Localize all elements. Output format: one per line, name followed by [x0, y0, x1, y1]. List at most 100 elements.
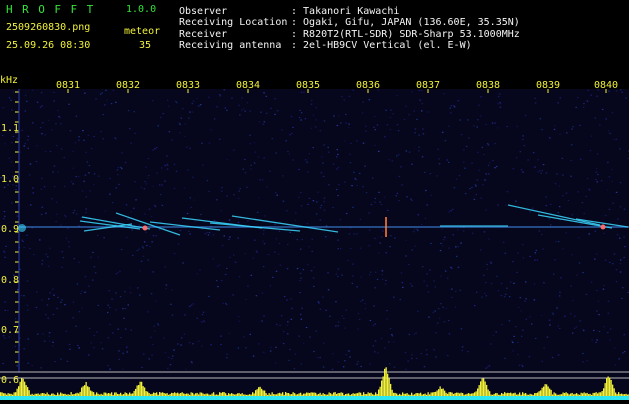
noise-speck: [229, 333, 231, 334]
noise-speck: [275, 98, 277, 99]
noise-speck: [2, 135, 4, 136]
noise-speck: [191, 361, 193, 362]
noise-speck: [119, 271, 121, 272]
noise-speck: [72, 183, 74, 184]
noise-speck: [516, 157, 518, 158]
signal-level-bar: [285, 392, 286, 396]
noise-speck: [82, 307, 84, 308]
noise-speck: [115, 292, 117, 293]
signal-level-bar: [593, 393, 594, 396]
signal-level-bar: [347, 394, 348, 396]
signal-level-bar: [404, 394, 405, 396]
noise-speck: [194, 200, 196, 201]
noise-speck: [493, 335, 495, 336]
signal-level-bar: [546, 384, 547, 396]
noise-speck: [318, 301, 320, 302]
signal-level-bar: [93, 392, 94, 396]
noise-speck: [463, 150, 465, 151]
noise-speck: [350, 154, 352, 155]
noise-speck: [117, 329, 119, 330]
signal-level-bar: [501, 393, 502, 396]
signal-level-bar: [572, 393, 573, 396]
signal-level-bar: [294, 393, 295, 396]
noise-speck: [216, 106, 218, 107]
noise-speck: [149, 209, 151, 210]
noise-speck: [57, 171, 59, 172]
noise-speck: [496, 276, 498, 277]
noise-speck: [365, 131, 367, 132]
plot-background: [0, 89, 629, 400]
signal-level-bar: [180, 393, 181, 396]
noise-speck: [374, 351, 376, 352]
noise-speck: [263, 92, 265, 93]
signal-level-bar: [398, 395, 399, 396]
noise-speck: [393, 341, 395, 342]
noise-speck: [373, 127, 375, 128]
noise-speck: [408, 264, 410, 265]
noise-speck: [64, 157, 66, 158]
signal-level-bar: [615, 393, 616, 397]
noise-speck: [475, 186, 477, 187]
noise-speck: [543, 164, 545, 165]
signal-level-bar: [434, 392, 435, 396]
signal-level-bar: [437, 391, 438, 397]
noise-speck: [505, 253, 507, 254]
noise-speck: [195, 221, 197, 222]
noise-speck: [4, 301, 6, 302]
noise-speck: [506, 288, 508, 289]
noise-speck: [286, 300, 288, 301]
noise-speck: [345, 354, 347, 355]
noise-speck: [486, 173, 488, 174]
noise-speck: [294, 368, 296, 369]
freq-tick-label: 0.7: [1, 325, 19, 336]
signal-level-bar: [293, 392, 294, 396]
noise-speck: [197, 318, 199, 319]
noise-speck: [5, 310, 7, 311]
signal-level-bar: [599, 392, 600, 396]
noise-speck: [320, 207, 322, 208]
noise-speck: [47, 318, 49, 319]
noise-speck: [286, 140, 288, 141]
signal-level-bar: [341, 392, 342, 396]
noise-speck: [270, 350, 272, 351]
noise-speck: [536, 250, 538, 251]
signal-level-bar: [117, 394, 118, 396]
noise-speck: [465, 193, 467, 194]
noise-speck: [414, 246, 416, 247]
noise-speck: [276, 324, 278, 325]
signal-level-bar: [626, 394, 627, 396]
noise-speck: [320, 309, 322, 310]
noise-speck: [112, 202, 114, 203]
noise-speck: [335, 325, 337, 326]
noise-speck: [552, 312, 554, 313]
noise-speck: [512, 350, 514, 351]
signal-level-bar: [239, 393, 240, 396]
noise-speck: [175, 101, 177, 102]
noise-speck: [32, 122, 34, 123]
noise-speck: [424, 366, 426, 367]
noise-speck: [597, 174, 599, 175]
noise-speck: [352, 207, 354, 208]
noise-speck: [19, 337, 21, 338]
signal-level-bar: [14, 392, 15, 396]
noise-speck: [559, 134, 561, 135]
noise-speck: [40, 107, 42, 108]
location-label: Receiving Location: [179, 17, 287, 29]
noise-speck: [229, 220, 231, 221]
noise-speck: [588, 90, 590, 91]
noise-speck: [387, 210, 389, 211]
noise-speck: [622, 287, 624, 288]
noise-speck: [520, 310, 522, 311]
noise-speck: [351, 185, 353, 186]
noise-speck: [213, 234, 215, 235]
noise-speck: [520, 297, 522, 298]
signal-level-bar: [198, 394, 199, 396]
noise-speck: [203, 312, 205, 313]
noise-speck: [418, 90, 420, 91]
noise-speck: [95, 272, 97, 273]
noise-speck: [532, 208, 534, 209]
noise-speck: [550, 224, 552, 225]
noise-speck: [299, 117, 301, 118]
signal-level-bar: [209, 395, 210, 396]
noise-speck: [260, 112, 262, 113]
